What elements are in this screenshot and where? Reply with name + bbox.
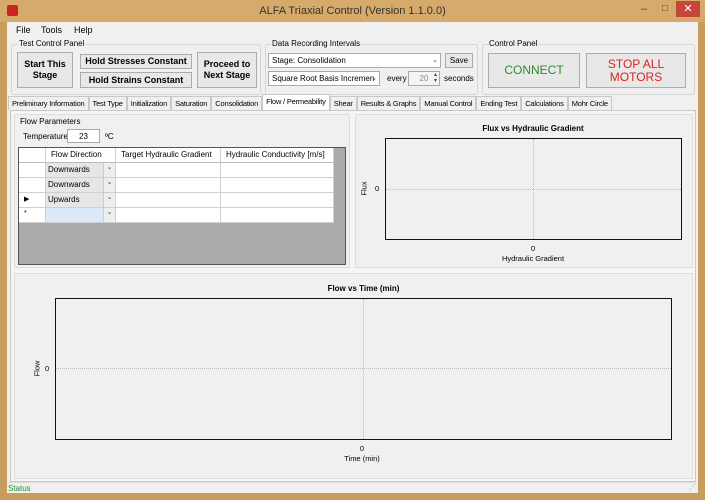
chevron-down-icon[interactable]: ⌄: [103, 193, 115, 207]
close-button[interactable]: ✕: [676, 1, 700, 17]
row-marker[interactable]: [19, 178, 46, 193]
temperature-label: Temperature:: [23, 132, 71, 141]
minimize-button[interactable]: –: [634, 3, 654, 17]
menu-help[interactable]: Help: [74, 25, 93, 35]
stage-select[interactable]: Stage: Consolidation ⌄: [268, 53, 441, 68]
row-marker[interactable]: ▶: [19, 193, 46, 208]
flow-x-tick: 0: [359, 444, 365, 453]
row-marker[interactable]: *: [19, 208, 46, 223]
data-recording-group: [265, 44, 478, 95]
tab-flow-permeability[interactable]: Flow / Permeability: [262, 94, 330, 110]
hydraulic-conductivity-cell[interactable]: [221, 208, 334, 223]
stop-all-motors-button[interactable]: STOP ALL MOTORS: [586, 53, 686, 88]
flow-direction-value: Downwards: [48, 165, 90, 174]
tab-calculations[interactable]: Calculations: [521, 96, 568, 110]
hydraulic-conductivity-cell[interactable]: [221, 193, 334, 208]
gridline-y-0: [386, 189, 681, 190]
chevron-down-icon: ⌄: [371, 75, 377, 82]
tab-mohr-circle[interactable]: Mohr Circle: [567, 96, 612, 110]
menu-file[interactable]: File: [16, 25, 31, 35]
hold-stresses-button[interactable]: Hold Stresses Constant: [80, 54, 192, 69]
tab-initialization[interactable]: Initialization: [126, 96, 172, 110]
flow-time-plot-area: [55, 298, 672, 440]
flow-table: Flow Direction Target Hydraulic Gradient…: [18, 147, 346, 265]
flow-direction-value: Downwards: [48, 180, 90, 189]
spinner-arrows-icon[interactable]: ▴ ▾: [434, 72, 437, 84]
tab-consolidation[interactable]: Consolidation: [211, 96, 263, 110]
flux-x-label: Hydraulic Gradient: [501, 254, 565, 263]
test-control-title: Test Control Panel: [18, 39, 86, 48]
status-text: Status: [8, 484, 31, 493]
flow-parameters-title: Flow Parameters: [20, 117, 81, 126]
tab-strip: Preliminary Information Test Type Initia…: [8, 94, 612, 110]
window-title: ALFA Triaxial Control (Version 1.1.0.0): [259, 5, 446, 17]
flow-direction-combo[interactable]: Upwards ⌄: [46, 193, 116, 208]
hydraulic-conductivity-cell[interactable]: [221, 163, 334, 178]
start-stage-button[interactable]: Start This Stage: [17, 52, 73, 88]
interval-value: 20: [419, 74, 429, 83]
column-header[interactable]: Flow Direction: [46, 148, 116, 163]
flux-y-label: Flux: [359, 181, 369, 196]
target-gradient-cell[interactable]: [116, 208, 221, 223]
flow-direction-combo[interactable]: Downwards ⌄: [46, 178, 116, 193]
gridline-x-0: [363, 299, 364, 439]
gridline-y-0: [56, 368, 671, 369]
flow-y-tick: 0: [45, 364, 50, 373]
temperature-unit: ºC: [105, 132, 114, 141]
stage-value: Stage: Consolidation: [272, 56, 346, 65]
basis-value: Square Root Basis Incremen: [272, 74, 375, 83]
status-bar: Status ⋰: [7, 482, 698, 493]
tab-saturation[interactable]: Saturation: [171, 96, 212, 110]
resize-grip-icon[interactable]: ⋰: [689, 483, 696, 491]
every-label: every: [387, 74, 407, 83]
control-panel-title: Control Panel: [488, 39, 539, 48]
chevron-down-icon[interactable]: ⌄: [103, 178, 115, 192]
connect-button[interactable]: CONNECT: [488, 53, 580, 88]
tab-test-type[interactable]: Test Type: [88, 96, 127, 110]
proceed-next-stage-button[interactable]: Proceed to Next Stage: [197, 52, 257, 88]
column-header[interactable]: Hydraulic Conductivity [m/s]: [221, 148, 334, 163]
flow-direction-value: Upwards: [48, 195, 80, 204]
tab-results-graphs[interactable]: Results & Graphs: [356, 96, 421, 110]
flux-x-tick: 0: [530, 244, 536, 253]
hold-strains-button[interactable]: Hold Strains Constant: [80, 72, 192, 88]
chevron-down-icon[interactable]: ⌄: [103, 163, 115, 177]
tab-manual-control[interactable]: Manual Control: [420, 96, 477, 110]
target-gradient-cell[interactable]: [116, 193, 221, 208]
temperature-input[interactable]: 23: [67, 129, 100, 143]
title-bar[interactable]: ALFA Triaxial Control (Version 1.1.0.0) …: [0, 0, 705, 22]
row-header-corner: [19, 148, 46, 163]
tab-ending-test[interactable]: Ending Test: [476, 96, 522, 110]
flow-y-label: Flow: [32, 360, 42, 377]
interval-spinbox[interactable]: 20 ▴ ▾: [408, 71, 440, 86]
target-gradient-cell[interactable]: [116, 163, 221, 178]
row-marker[interactable]: [19, 163, 46, 178]
tab-shear[interactable]: Shear: [329, 96, 357, 110]
column-header[interactable]: Target Hydraulic Gradient: [116, 148, 221, 163]
tab-preliminary-information[interactable]: Preliminary Information: [8, 96, 89, 110]
flux-y-tick: 0: [375, 184, 380, 193]
flux-plot-area: [385, 138, 682, 240]
chevron-down-icon: ⌄: [432, 57, 438, 64]
chevron-down-icon[interactable]: ⌄: [103, 208, 115, 222]
flow-time-chart-title: Flow vs Time (min): [327, 284, 400, 293]
target-gradient-cell[interactable]: [116, 178, 221, 193]
hydraulic-conductivity-cell[interactable]: [221, 178, 334, 193]
basis-select[interactable]: Square Root Basis Incremen ⌄: [268, 71, 380, 86]
flow-direction-combo[interactable]: ⌄: [46, 208, 116, 223]
flow-x-label: Time (min): [344, 454, 380, 463]
maximize-button[interactable]: □: [655, 3, 675, 17]
menu-tools[interactable]: Tools: [41, 25, 62, 35]
flow-direction-combo[interactable]: Downwards ⌄: [46, 163, 116, 178]
save-button[interactable]: Save: [445, 53, 473, 68]
seconds-label: seconds: [444, 74, 474, 83]
flux-chart-title: Flux vs Hydraulic Gradient: [482, 124, 584, 133]
data-recording-title: Data Recording Intervals: [271, 39, 362, 48]
